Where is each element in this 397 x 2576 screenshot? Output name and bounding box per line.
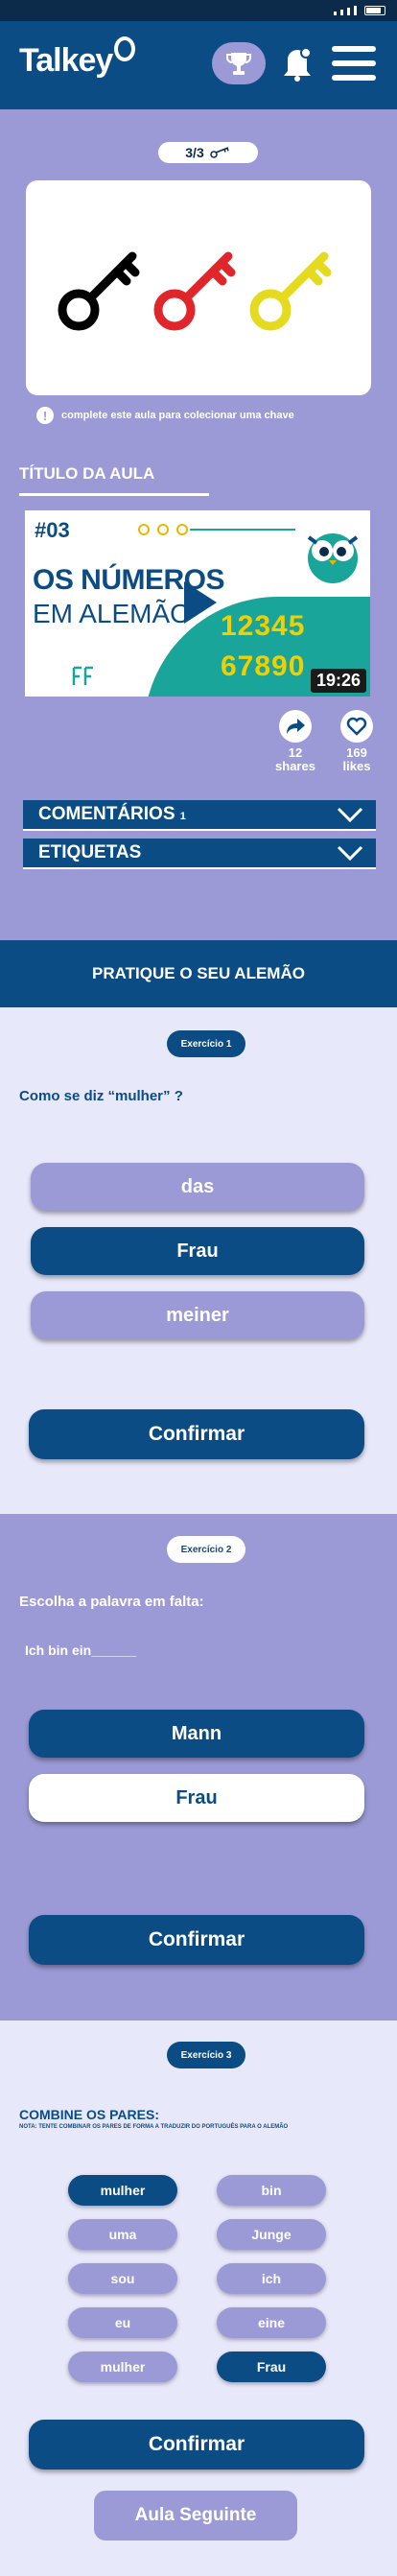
thumbnail-dots bbox=[138, 524, 188, 535]
heart-icon bbox=[340, 710, 373, 743]
exercise-1-option-selected[interactable]: Frau bbox=[31, 1227, 364, 1275]
pair-left-item[interactable]: mulher bbox=[68, 2175, 177, 2206]
key-hint: ! complete este aula para colecionar uma… bbox=[36, 407, 294, 424]
hint-text: complete este aula para colecionar uma c… bbox=[61, 410, 294, 421]
key-icon-yellow bbox=[249, 251, 332, 331]
pair-right-item[interactable]: bin bbox=[217, 2175, 326, 2206]
pair-left-item[interactable]: mulher bbox=[68, 2351, 177, 2382]
exercise-2-badge: Exercício 2 bbox=[167, 1536, 245, 1563]
exercise-3-note: NOTA: TENTE COMBINAR OS PARES DE FORMA A… bbox=[19, 2124, 289, 2130]
exercise-3-title: COMBINE OS PARES: bbox=[19, 2107, 159, 2122]
comments-accordion[interactable]: COMENTÁRIOS 1 bbox=[23, 800, 376, 831]
owl-mascot-icon bbox=[307, 533, 359, 583]
menu-icon-bar bbox=[332, 46, 376, 52]
shares-count: 12 bbox=[288, 745, 303, 760]
signal-bar bbox=[340, 10, 343, 15]
trophy-icon bbox=[226, 53, 251, 75]
like-button[interactable]: 169 likes bbox=[333, 710, 381, 773]
battery-icon bbox=[364, 6, 385, 15]
pair-right-item[interactable]: Frau bbox=[217, 2351, 326, 2382]
menu-icon-bar bbox=[332, 60, 376, 66]
menu-button[interactable] bbox=[332, 46, 376, 81]
title-underline bbox=[19, 493, 209, 496]
video-thumbnail[interactable]: #03 OS NÚMEROS EM ALEMÃO 12345 67890 19:… bbox=[25, 510, 370, 697]
tags-accordion[interactable]: ETIQUETAS bbox=[23, 839, 376, 869]
key-icon-red bbox=[153, 251, 236, 331]
exercise-1-badge: Exercício 1 bbox=[167, 1030, 245, 1057]
play-icon[interactable] bbox=[184, 581, 217, 624]
status-icons bbox=[334, 6, 385, 15]
share-button[interactable]: 12 shares bbox=[270, 710, 320, 773]
thumbnail-numbers-line2: 67890 bbox=[221, 650, 306, 682]
exercise-1-question: Como se diz “mulher” ? bbox=[19, 1088, 183, 1104]
accordion-label: ETIQUETAS bbox=[38, 842, 142, 863]
signal-bar bbox=[347, 8, 350, 15]
info-icon: ! bbox=[36, 407, 54, 424]
signal-bar bbox=[334, 12, 337, 15]
chevron-down-icon bbox=[337, 807, 363, 823]
pair-left-item[interactable]: sou bbox=[68, 2263, 177, 2294]
share-icon bbox=[279, 710, 312, 743]
video-duration: 19:26 bbox=[310, 669, 366, 693]
episode-number: #03 bbox=[35, 518, 70, 542]
practice-header: PRATIQUE O SEU ALEMÃO bbox=[0, 940, 397, 1007]
thumbnail-title-line2: EM ALEMÃO bbox=[33, 599, 191, 628]
logo-text: Talkey bbox=[19, 42, 113, 79]
keys-illustration bbox=[58, 251, 332, 331]
lesson-title: TÍTULO DA AULA bbox=[19, 464, 155, 483]
accordion-label: COMENTÁRIOS 1 bbox=[38, 804, 186, 824]
key-icon bbox=[209, 147, 229, 158]
exercise-2-option[interactable]: Frau bbox=[29, 1774, 364, 1822]
keys-progress-pill: 3/3 bbox=[158, 142, 258, 163]
bell-icon bbox=[284, 47, 312, 82]
pair-right-item[interactable]: Junge bbox=[217, 2219, 326, 2250]
exercise-2-sentence: Ich bin ein______ bbox=[25, 1642, 136, 1658]
thumbnail-numbers-line1: 12345 bbox=[221, 610, 306, 642]
logo-o-mark bbox=[114, 36, 136, 61]
likes-label: likes bbox=[342, 759, 371, 773]
exercise-2-option[interactable]: Mann bbox=[29, 1710, 364, 1758]
exercise-3-confirm-button[interactable]: Confirmar bbox=[29, 2420, 364, 2470]
status-bar bbox=[0, 0, 397, 21]
next-lesson-button[interactable]: Aula Seguinte bbox=[94, 2491, 297, 2541]
pair-right-item[interactable]: eine bbox=[217, 2307, 326, 2338]
chevron-down-icon bbox=[337, 845, 363, 862]
pair-left-item[interactable]: uma bbox=[68, 2219, 177, 2250]
thumbnail-line bbox=[190, 529, 295, 531]
exercise-2-confirm-button[interactable]: Confirmar bbox=[29, 1915, 364, 1965]
exercise-1-option[interactable]: meiner bbox=[31, 1291, 364, 1339]
brand-mark-icon bbox=[72, 666, 93, 685]
exercise-3-badge: Exercício 3 bbox=[167, 2042, 245, 2068]
shares-label: shares bbox=[275, 759, 315, 773]
app-header: Talkey bbox=[0, 21, 397, 109]
signal-bar bbox=[354, 6, 357, 15]
keys-card bbox=[26, 180, 371, 395]
pair-right-item[interactable]: ich bbox=[217, 2263, 326, 2294]
trophy-button[interactable] bbox=[212, 42, 266, 84]
pair-left-item[interactable]: eu bbox=[68, 2307, 177, 2338]
likes-count: 169 bbox=[346, 745, 367, 760]
logo[interactable]: Talkey bbox=[19, 36, 136, 80]
keys-progress-text: 3/3 bbox=[185, 145, 204, 160]
exercise-1-option[interactable]: das bbox=[31, 1163, 364, 1211]
exercise-1-confirm-button[interactable]: Confirmar bbox=[29, 1409, 364, 1459]
menu-icon-bar bbox=[332, 75, 376, 81]
notifications-button[interactable] bbox=[280, 46, 315, 83]
key-icon-black bbox=[58, 251, 140, 331]
exercise-2-question: Escolha a palavra em falta: bbox=[19, 1594, 204, 1610]
